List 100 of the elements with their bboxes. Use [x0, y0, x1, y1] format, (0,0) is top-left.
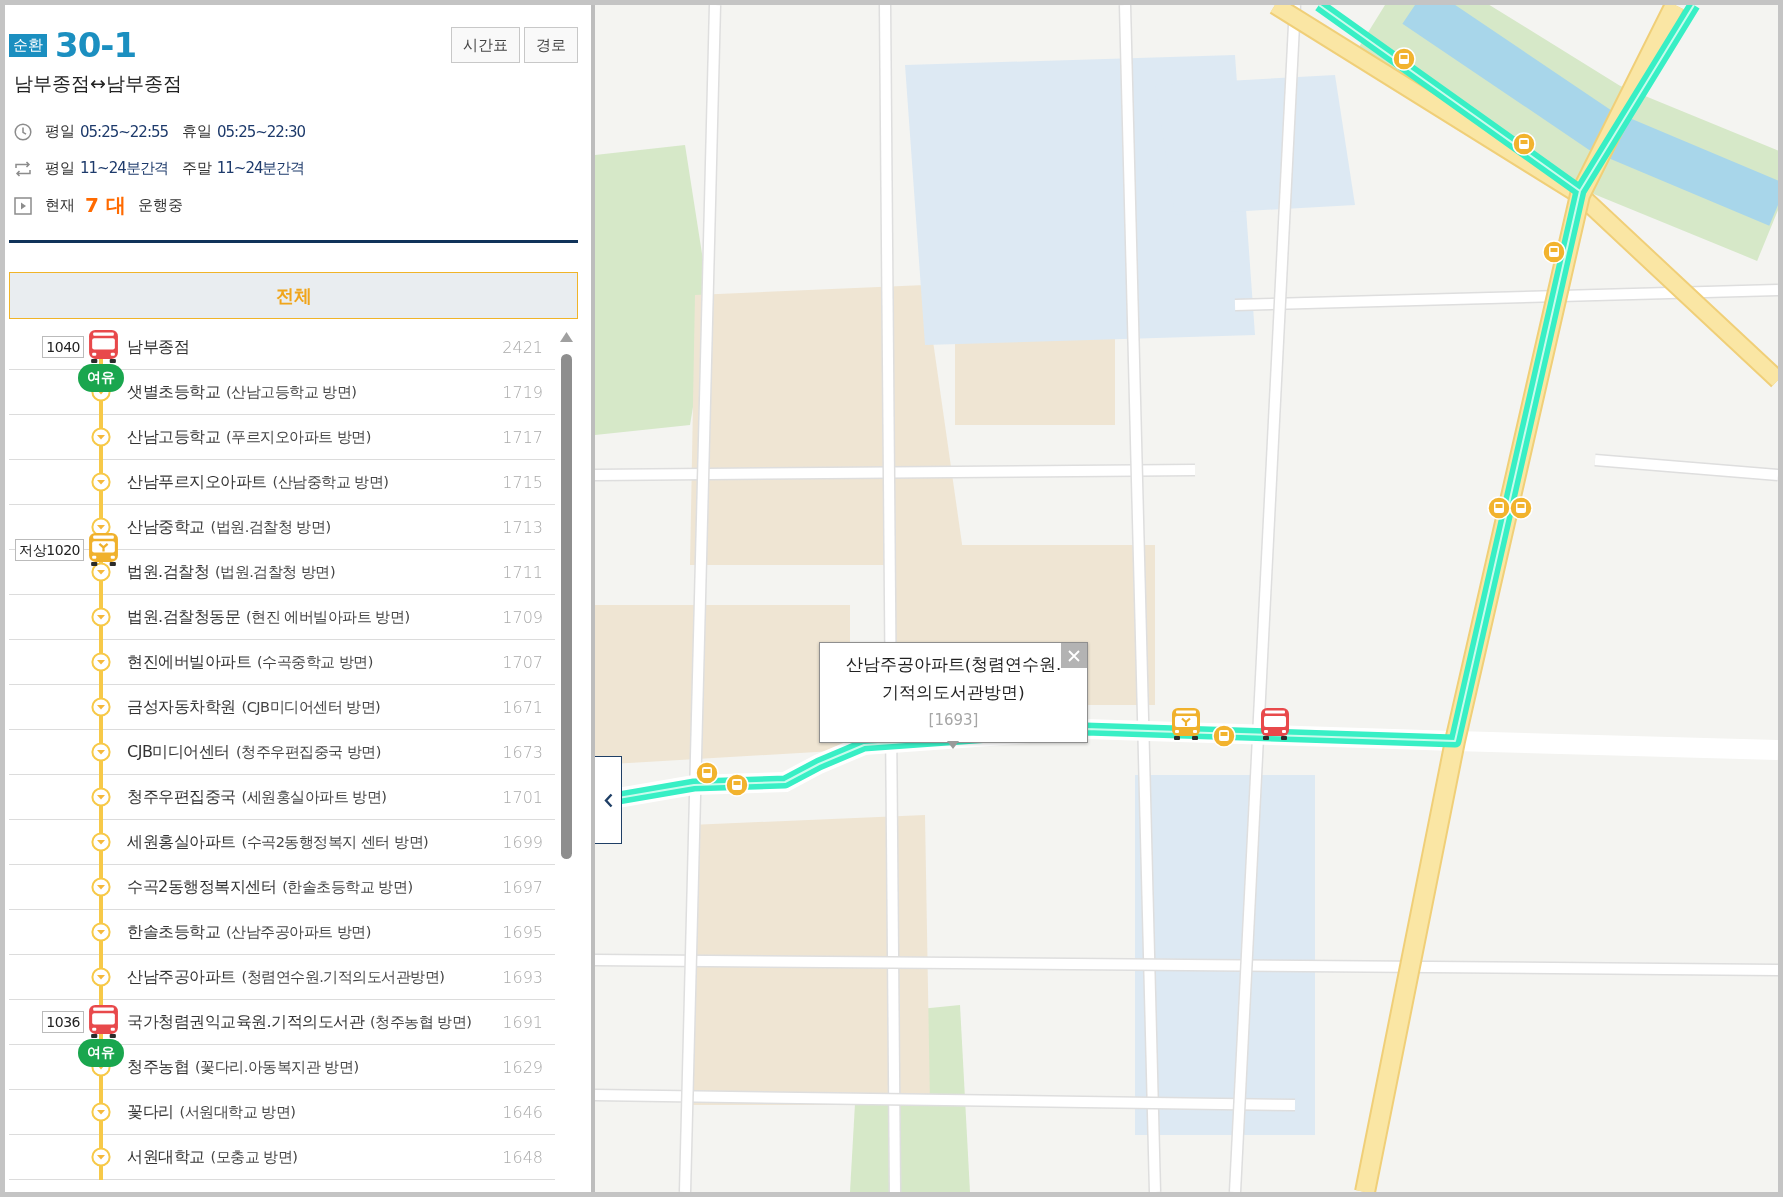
stop-name[interactable]: 산남중학교 — [127, 516, 205, 538]
stop-direction: (산남중학교 방면) — [272, 472, 389, 492]
bus-stop-icon[interactable] — [1392, 47, 1416, 71]
bus-icon[interactable] — [1261, 708, 1289, 740]
chevron-down-circle-icon — [91, 787, 111, 807]
crowding-badge: 여유 — [78, 1039, 124, 1067]
bus-number-label: 1036 — [42, 1010, 84, 1033]
stop-id: 1646 — [501, 1102, 544, 1122]
stop-name[interactable]: 산남푸르지오아파트 — [127, 471, 267, 493]
stop-id: 2421 — [501, 337, 544, 357]
clock-icon — [14, 122, 32, 141]
stop-id: 1717 — [501, 427, 544, 447]
stop-name[interactable]: 법원.검찰청동문 — [127, 606, 241, 628]
stop-direction: (현진 에버빌아파트 방면) — [246, 607, 410, 627]
stop-id: 1715 — [501, 472, 544, 492]
info-label: 평일 — [45, 159, 75, 178]
close-button[interactable] — [1061, 643, 1087, 668]
info-label: 평일 — [45, 122, 75, 141]
chevron-down-circle-icon — [91, 742, 111, 762]
stop-name[interactable]: 샛별초등학교 — [127, 381, 220, 403]
stop-direction: (서원대학교 방면) — [179, 1102, 296, 1122]
stop-name[interactable]: 남부종점 — [127, 336, 189, 358]
stop-name[interactable]: 청주우편집중국 — [127, 786, 236, 808]
popup-stop-name: 산남주공아파트(청렴연수원. 기적의도서관방면) — [844, 654, 1063, 704]
stop-name[interactable]: 국가청렴권익교육원.기적의도서관 — [127, 1011, 365, 1033]
stop-name[interactable]: 금성자동차학원 — [127, 696, 236, 718]
chevron-down-circle-icon — [91, 652, 111, 672]
stop-direction: (청렴연수원.기적의도서관방면) — [241, 967, 445, 987]
stop-direction: (법원.검찰청 방면) — [210, 517, 331, 537]
route-action-button[interactable]: 시간표 — [451, 27, 520, 63]
stop-name[interactable]: CJB미디어센터 — [127, 741, 230, 763]
info-label: 휴일 — [182, 122, 213, 141]
chevron-down-circle-icon — [91, 922, 111, 942]
stop-direction: (청주농협 방면) — [370, 1012, 472, 1032]
scroll-up-icon[interactable] — [560, 332, 573, 342]
info-value: 05:25~22:30 — [217, 122, 306, 141]
stop-id: 1719 — [501, 382, 544, 402]
bus-stop-icon[interactable] — [1509, 496, 1533, 520]
stop-id: 1695 — [501, 922, 544, 942]
stop-id: 1697 — [501, 877, 544, 897]
stop-direction: (수곡중학교 방면) — [257, 652, 373, 672]
stop-name[interactable]: 꽃다리 — [127, 1101, 174, 1123]
chevron-down-circle-icon — [91, 562, 111, 582]
chevron-down-circle-icon — [91, 832, 111, 852]
stop-direction: (수곡2동행정복지 센터 방면) — [241, 832, 429, 852]
stop-direction: (CJB미디어센터 방면) — [241, 697, 381, 717]
scrollbar-thumb[interactable] — [561, 354, 572, 859]
stop-direction: (산남주공아파트 방면) — [226, 922, 371, 942]
stop-name[interactable]: 산남고등학교 — [127, 426, 220, 448]
stop-direction: (한솔초등학교 방면) — [282, 877, 413, 897]
stop-name[interactable]: 법원.검찰청 — [127, 561, 210, 583]
chevron-down-circle-icon — [91, 1147, 111, 1167]
stop-id: 1671 — [501, 697, 544, 717]
stop-id: 1648 — [501, 1147, 544, 1167]
stop-direction: (산남고등학교 방면) — [226, 382, 357, 402]
stop-name[interactable]: 수곡2동행정복지센터 — [127, 876, 277, 898]
info-value: 11~24분간격 — [216, 159, 305, 178]
info-label: 주말 — [181, 159, 212, 178]
route-type-badge: 순환 — [9, 33, 47, 57]
play-icon — [14, 196, 32, 215]
stop-id: 1711 — [501, 562, 544, 582]
route-name: 남부종점↔남부종점 — [13, 71, 183, 95]
bus-icon[interactable] — [89, 1005, 118, 1038]
stop-name[interactable]: 서원대학교 — [127, 1146, 205, 1168]
bus-stop-icon[interactable] — [725, 773, 749, 797]
bus-icon[interactable] — [89, 533, 118, 566]
route-action-button[interactable]: 경로 — [524, 27, 578, 63]
bus-number-label: 1040 — [42, 335, 84, 358]
stop-id: 1713 — [501, 517, 544, 537]
stop-id: 1673 — [501, 742, 544, 762]
info-value: 05:25~22:55 — [80, 122, 169, 141]
stop-name[interactable]: 한솔초등학교 — [127, 921, 220, 943]
chevron-left-icon — [603, 792, 613, 808]
stop-name[interactable]: 세원홍실아파트 — [127, 831, 236, 853]
bus-icon[interactable] — [1172, 708, 1200, 740]
stop-direction: (모충교 방면) — [210, 1147, 298, 1167]
bus-stop-icon[interactable] — [1487, 496, 1511, 520]
stop-direction: (세원홍실아파트 방면) — [241, 787, 387, 807]
chevron-down-circle-icon — [91, 697, 111, 717]
popup-stop-id: [1693] — [927, 710, 980, 731]
stop-name[interactable]: 산남주공아파트 — [127, 966, 236, 988]
bus-stop-icon[interactable] — [1542, 240, 1566, 264]
chevron-down-circle-icon — [91, 1102, 111, 1122]
info-label: 현재 — [45, 196, 75, 215]
chevron-down-circle-icon — [91, 877, 111, 897]
collapse-panel-button[interactable] — [595, 756, 622, 844]
stop-name[interactable]: 청주농협 — [127, 1056, 189, 1078]
repeat-icon — [14, 159, 32, 178]
stop-name[interactable]: 현진에버빌아파트 — [127, 651, 251, 673]
info-value: 11~24분간격 — [80, 159, 168, 178]
stop-id: 1629 — [501, 1057, 544, 1077]
stop-id: 1707 — [501, 652, 544, 672]
stop-direction: (푸르지오아파트 방면) — [226, 427, 371, 447]
bus-icon[interactable] — [89, 330, 118, 363]
bus-stop-icon[interactable] — [1212, 724, 1236, 748]
bus-stop-icon[interactable] — [1512, 132, 1536, 156]
stop-id: 1699 — [501, 832, 544, 852]
bus-stop-icon[interactable] — [695, 761, 719, 785]
stop-direction: (꽃다리.아동복지관 방면) — [195, 1057, 359, 1077]
close-icon — [1068, 649, 1080, 662]
